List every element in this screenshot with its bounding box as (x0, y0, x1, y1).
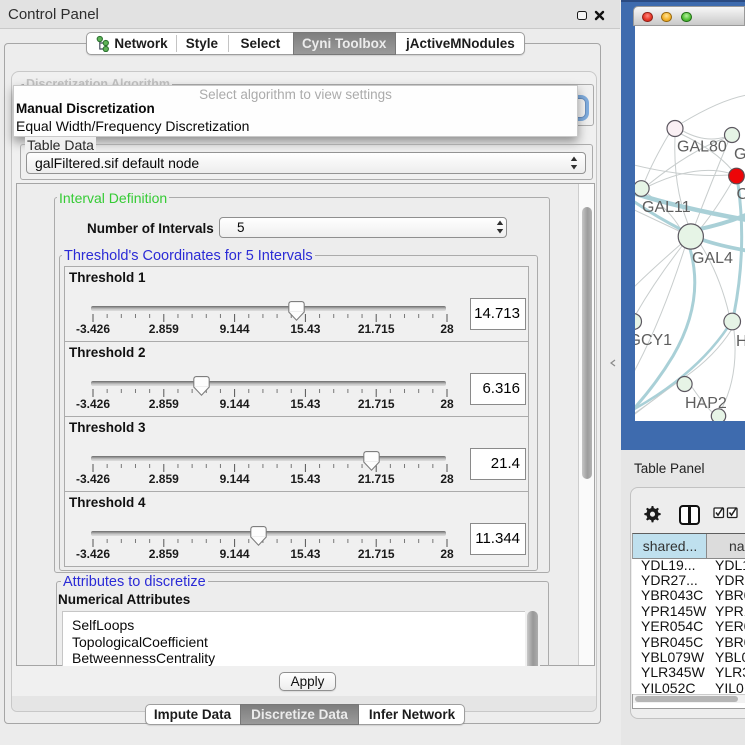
svg-text:HAP2: HAP2 (685, 395, 727, 412)
svg-text:GCY1: GCY1 (635, 332, 672, 349)
svg-text:CY: CY (737, 186, 745, 203)
svg-text:GAL11: GAL11 (642, 199, 691, 216)
svg-text:GA: GA (734, 146, 745, 163)
svg-text:GAL4: GAL4 (692, 250, 733, 267)
svg-text:GAL80: GAL80 (677, 139, 727, 156)
svg-text:H: H (736, 333, 745, 350)
